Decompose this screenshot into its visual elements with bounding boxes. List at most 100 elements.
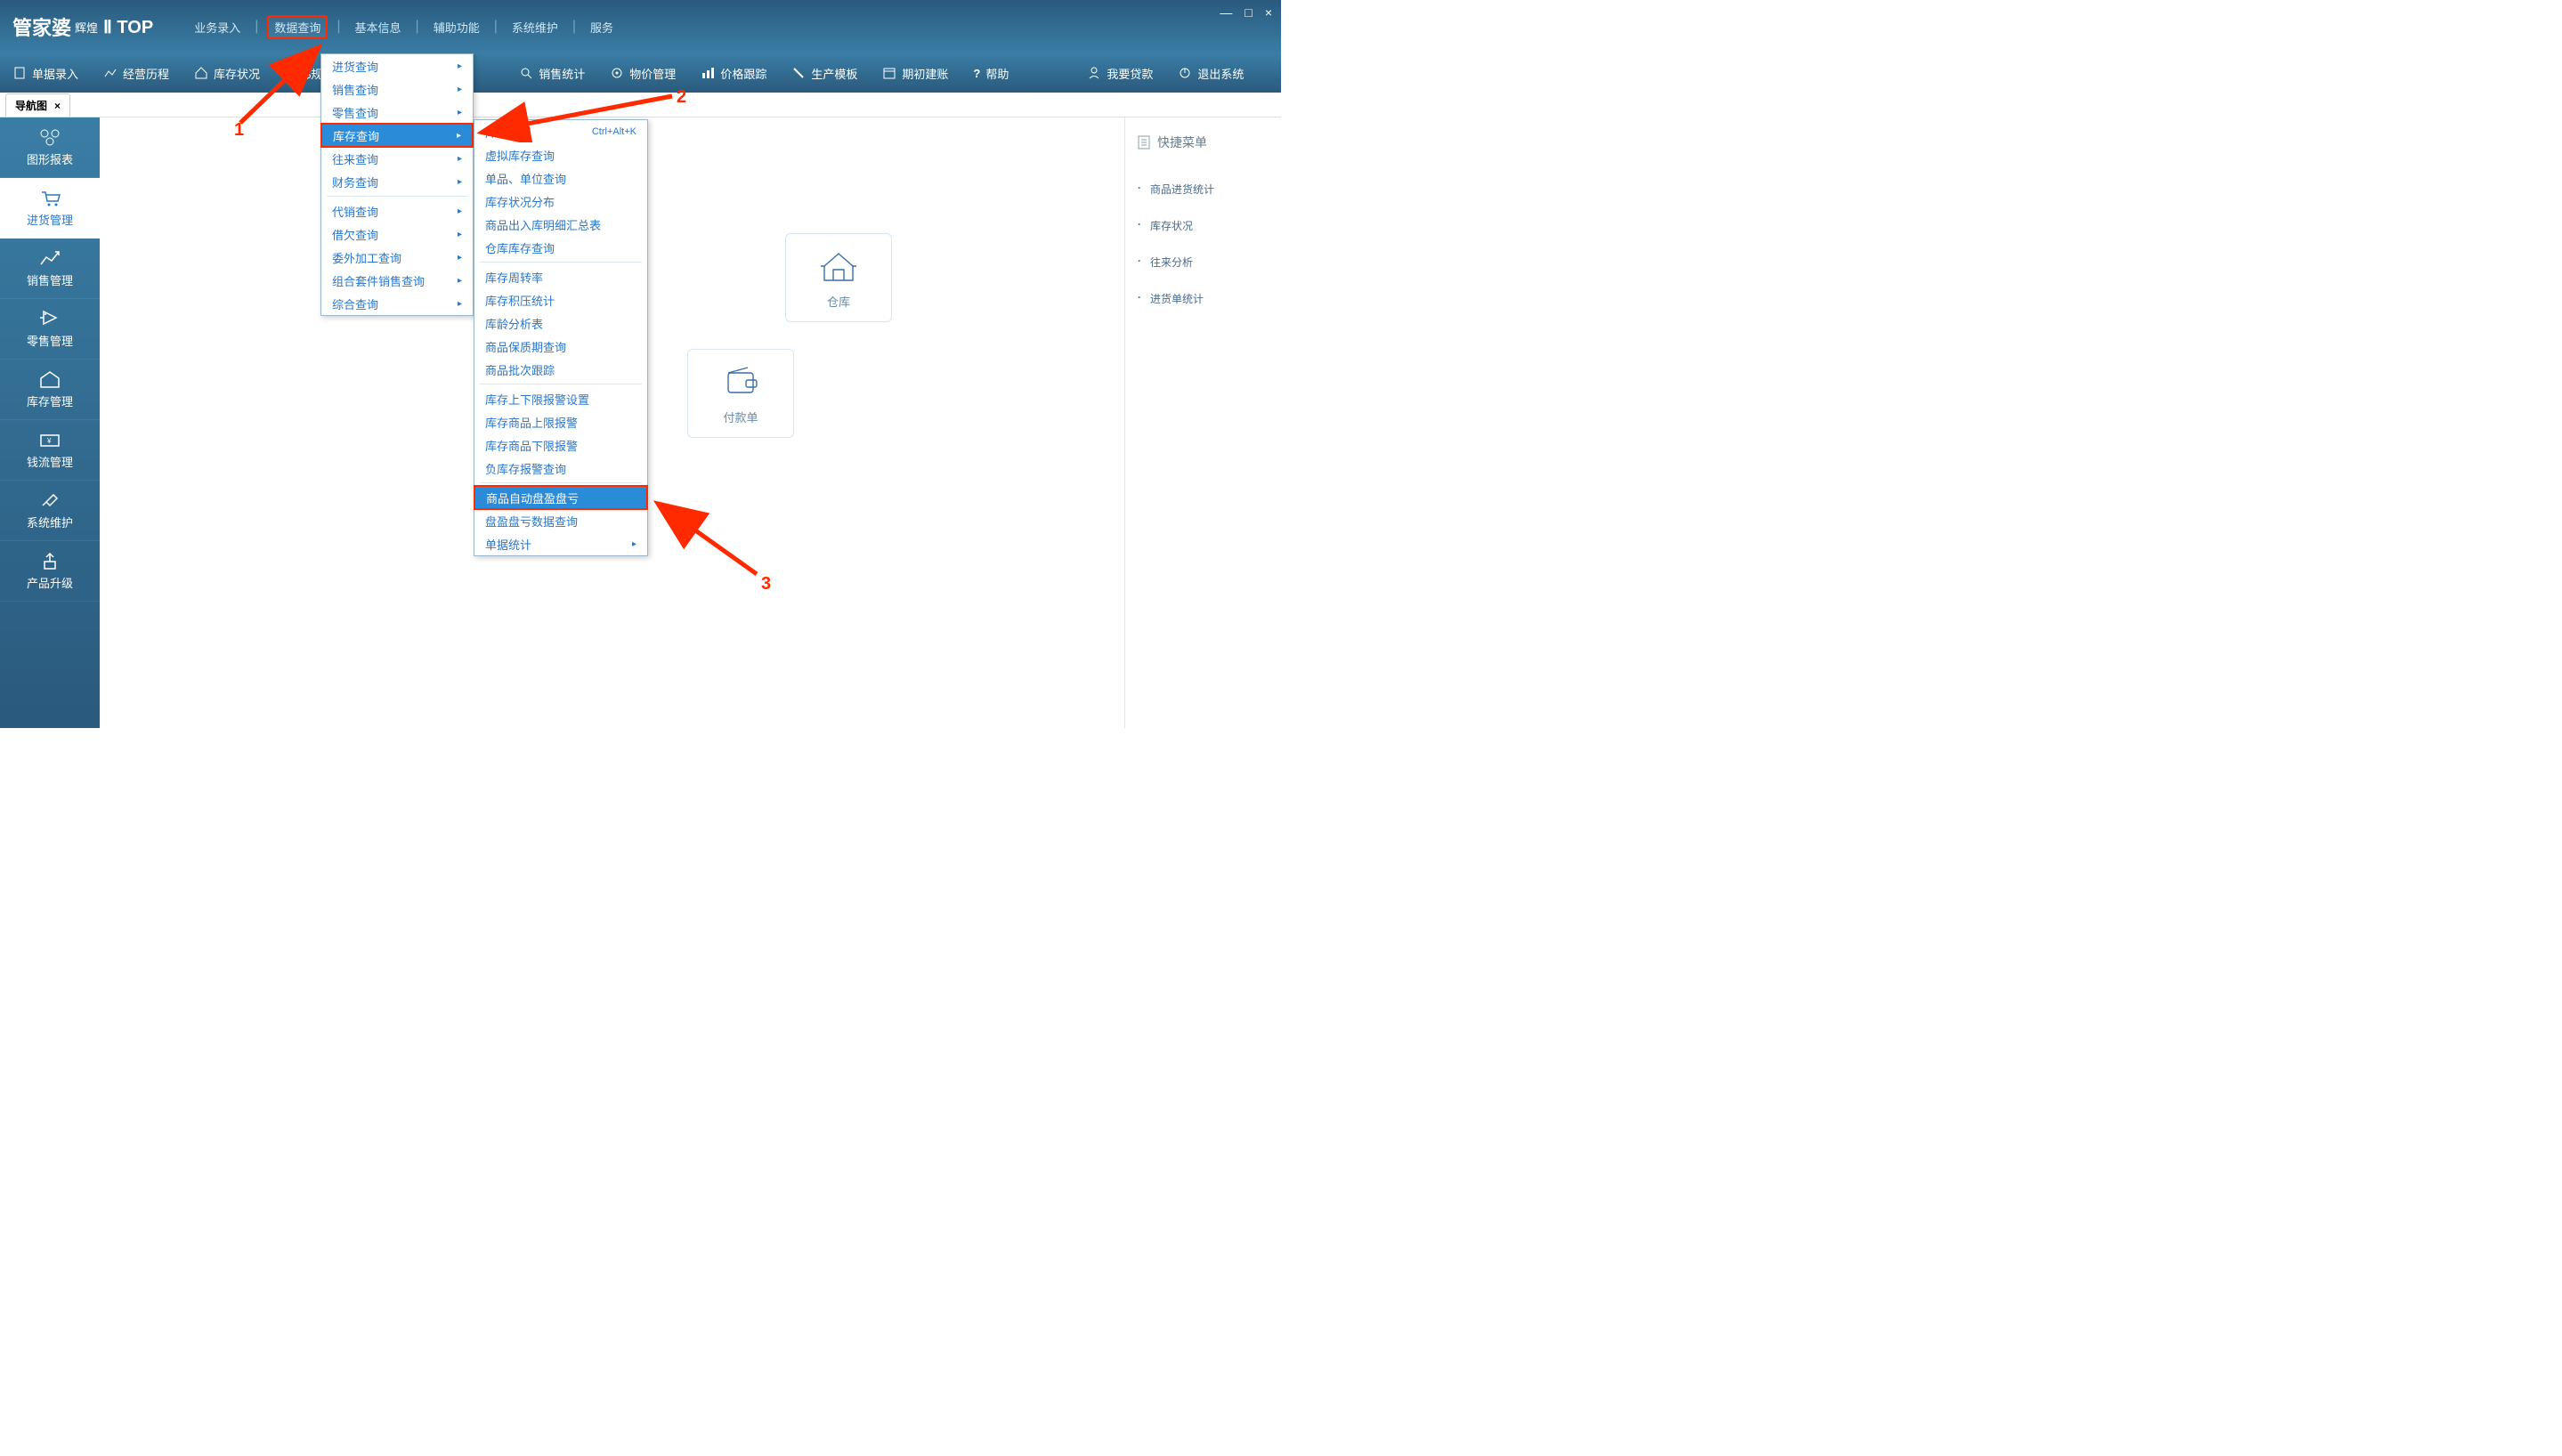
tool-exit[interactable]: 退出系统 bbox=[1178, 65, 1244, 82]
menu-service[interactable]: 服务 bbox=[585, 15, 619, 39]
tab-navigation-map[interactable]: 导航图 × bbox=[5, 93, 70, 117]
tool-history[interactable]: 经营历程 bbox=[103, 65, 169, 82]
chevron-right-icon: ▸ bbox=[457, 131, 461, 141]
menu-item-consignment-query[interactable]: 代销查询▸ bbox=[321, 199, 473, 222]
tool-production-template[interactable]: 生产模板 bbox=[791, 65, 857, 82]
svg-text:¥: ¥ bbox=[46, 437, 52, 445]
menu-item-comprehensive-query[interactable]: 综合查询▸ bbox=[321, 292, 473, 315]
minimize-button[interactable]: — bbox=[1220, 5, 1232, 20]
maximize-button[interactable]: □ bbox=[1245, 5, 1252, 20]
menu-item-sales-query[interactable]: 销售查询▸ bbox=[321, 77, 473, 101]
menu-item-retail-query[interactable]: 零售查询▸ bbox=[321, 101, 473, 124]
menu-aux-functions[interactable]: 辅助功能 bbox=[428, 15, 485, 39]
tool-doc-entry[interactable]: 单据录入 bbox=[12, 65, 78, 82]
menu-item-outsourcing-query[interactable]: 委外加工查询▸ bbox=[321, 246, 473, 269]
chevron-right-icon: ▸ bbox=[458, 253, 462, 263]
submenu-single-item-query[interactable]: 单品、单位查询 bbox=[474, 166, 647, 190]
logo-suffix: Ⅱ TOP bbox=[103, 16, 153, 38]
chevron-right-icon: ▸ bbox=[458, 108, 462, 117]
chevron-right-icon: ▸ bbox=[458, 61, 462, 71]
sidebar-item-retail-mgmt[interactable]: 零售管理 bbox=[0, 299, 100, 360]
nav-card-payment[interactable]: 付款单 bbox=[687, 349, 794, 438]
tab-strip: 导航图 × bbox=[0, 93, 1281, 117]
menu-system-maint[interactable]: 系统维护 bbox=[507, 15, 563, 39]
menu-business-entry[interactable]: 业务录入 bbox=[189, 15, 246, 39]
menu-item-purchase-query[interactable]: 进货查询▸ bbox=[321, 54, 473, 77]
submenu-doc-stats[interactable]: 单据统计▸ bbox=[474, 532, 647, 555]
tab-close-button[interactable]: × bbox=[54, 100, 61, 112]
submenu-shelf-life-query[interactable]: 商品保质期查询 bbox=[474, 335, 647, 358]
submenu-batch-tracking[interactable]: 商品批次跟踪 bbox=[474, 358, 647, 381]
submenu-age-analysis[interactable]: 库龄分析表 bbox=[474, 311, 647, 335]
nav-card-label: 付款单 bbox=[723, 408, 758, 425]
sidebar-item-purchase-mgmt[interactable]: 进货管理 bbox=[0, 178, 100, 239]
submenu-limit-alarm-settings[interactable]: 库存上下限报警设置 bbox=[474, 387, 647, 410]
tool-opening-accounts[interactable]: 期初建账 bbox=[882, 65, 948, 82]
menu-data-query[interactable]: 数据查询 bbox=[267, 15, 328, 39]
chevron-right-icon: ▸ bbox=[632, 539, 636, 549]
submenu-stocktake-data-query[interactable]: 盘盈盘亏数据查询 bbox=[474, 509, 647, 532]
title-bar: 管家婆 辉煌 Ⅱ TOP 业务录入 | 数据查询 | 基本信息 | 辅助功能 |… bbox=[0, 0, 1281, 53]
chevron-right-icon: ▸ bbox=[458, 206, 462, 216]
window-controls: — □ × bbox=[1220, 5, 1272, 20]
tool-loan[interactable]: 我要贷款 bbox=[1087, 65, 1153, 82]
tool-sales-stats[interactable]: 销售统计 bbox=[519, 65, 585, 82]
quick-menu-title: 快捷菜单 bbox=[1138, 133, 1269, 151]
document-icon bbox=[1138, 135, 1150, 150]
payment-icon bbox=[721, 362, 760, 401]
menu-item-debt-query[interactable]: 借欠查询▸ bbox=[321, 222, 473, 246]
annotation-number-3: 3 bbox=[761, 574, 771, 595]
submenu-auto-stocktake[interactable]: 商品自动盘盈盘亏 bbox=[474, 485, 648, 510]
quick-purchase-stats[interactable]: 商品进货统计 bbox=[1138, 171, 1269, 207]
quick-inventory-status[interactable]: 库存状况 bbox=[1138, 207, 1269, 244]
sidebar-item-product-upgrade[interactable]: 产品升级 bbox=[0, 541, 100, 602]
chevron-right-icon: ▸ bbox=[458, 230, 462, 239]
dropdown-data-query: 进货查询▸ 销售查询▸ 零售查询▸ 库存查询▸ 往来查询▸ 财务查询▸ 代销查询… bbox=[320, 53, 474, 316]
nav-card-warehouse[interactable]: 仓库 bbox=[785, 233, 892, 322]
warehouse-icon bbox=[819, 247, 858, 286]
menu-item-inventory-query[interactable]: 库存查询▸ bbox=[320, 123, 474, 148]
quick-ar-ap-analysis[interactable]: 往来分析 bbox=[1138, 244, 1269, 280]
menu-item-combo-sales-query[interactable]: 组合套件销售查询▸ bbox=[321, 269, 473, 292]
submenu-overstock-stats[interactable]: 库存积压统计 bbox=[474, 288, 647, 311]
tool-inventory-status[interactable]: 库存状况 bbox=[194, 65, 260, 82]
submenu-turnover-rate[interactable]: 库存周转率 bbox=[474, 265, 647, 288]
submenu-goods-io-summary[interactable]: 商品出入库明细汇总表 bbox=[474, 213, 647, 236]
sidebar-item-system-maint[interactable]: 系统维护 bbox=[0, 481, 100, 541]
sidebar-item-graphic-reports[interactable]: 图形报表 bbox=[0, 117, 100, 178]
submenu-negative-stock-alarm[interactable]: 负库存报警查询 bbox=[474, 457, 647, 480]
chevron-right-icon: ▸ bbox=[458, 154, 462, 164]
sidebar: 图形报表 进货管理 销售管理 零售管理 库存管理 ¥ 钱流管理 系统维护 产品升 bbox=[0, 117, 100, 728]
chevron-right-icon: ▸ bbox=[458, 177, 462, 187]
submenu-inventory-status[interactable]: 库存状况Ctrl+Alt+K bbox=[474, 120, 647, 143]
nav-card-label: 仓库 bbox=[827, 293, 850, 310]
tool-price-mgmt[interactable]: 物价管理 bbox=[610, 65, 676, 82]
tool-price-track[interactable]: 价格跟踪 bbox=[701, 65, 766, 82]
annotation-number-1: 1 bbox=[234, 120, 244, 141]
submenu-virtual-inventory[interactable]: 虚拟库存查询 bbox=[474, 143, 647, 166]
menu-basic-info[interactable]: 基本信息 bbox=[350, 15, 407, 39]
quick-menu-panel: 快捷菜单 商品进货统计 库存状况 往来分析 进货单统计 bbox=[1124, 117, 1281, 728]
annotation-number-2: 2 bbox=[677, 87, 686, 108]
svg-text:$: $ bbox=[288, 69, 293, 79]
toolbar: 单据录入 经营历程 库存状况 $$规查 销售统计 物价管理 价格跟踪 生产模板 … bbox=[0, 53, 1281, 93]
app-logo: 管家婆 辉煌 Ⅱ TOP bbox=[12, 12, 153, 41]
submenu-warehouse-inventory-query[interactable]: 仓库库存查询 bbox=[474, 236, 647, 259]
sidebar-item-sales-mgmt[interactable]: 销售管理 bbox=[0, 239, 100, 299]
logo-main: 管家婆 bbox=[12, 12, 71, 41]
quick-purchase-order-stats[interactable]: 进货单统计 bbox=[1138, 280, 1269, 317]
tool-help[interactable]: ?帮助 bbox=[973, 65, 1009, 82]
top-menu: 业务录入 | 数据查询 | 基本信息 | 辅助功能 | 系统维护 | 服务 bbox=[189, 15, 619, 39]
menu-item-ar-ap-query[interactable]: 往来查询▸ bbox=[321, 147, 473, 170]
submenu-inventory-query: 库存状况Ctrl+Alt+K 虚拟库存查询 单品、单位查询 库存状况分布 商品出… bbox=[474, 119, 648, 556]
close-button[interactable]: × bbox=[1265, 5, 1272, 20]
tab-label: 导航图 bbox=[15, 98, 47, 113]
sidebar-item-inventory-mgmt[interactable]: 库存管理 bbox=[0, 360, 100, 420]
submenu-upper-limit-alarm[interactable]: 库存商品上限报警 bbox=[474, 410, 647, 433]
menu-item-finance-query[interactable]: 财务查询▸ bbox=[321, 170, 473, 193]
submenu-lower-limit-alarm[interactable]: 库存商品下限报警 bbox=[474, 433, 647, 457]
submenu-inventory-distribution[interactable]: 库存状况分布 bbox=[474, 190, 647, 213]
sidebar-item-money-mgmt[interactable]: ¥ 钱流管理 bbox=[0, 420, 100, 481]
chevron-right-icon: ▸ bbox=[458, 276, 462, 286]
logo-sub: 辉煌 bbox=[75, 19, 98, 36]
